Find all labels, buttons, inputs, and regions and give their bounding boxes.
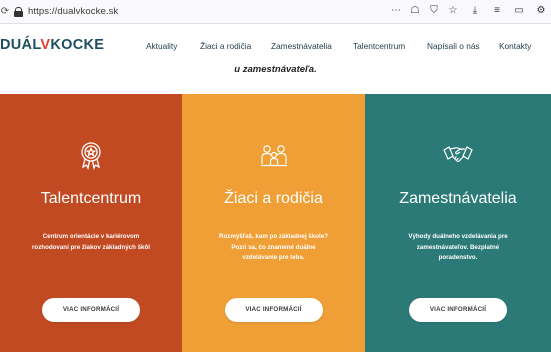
site-header: DUÁLVKOCKE Aktuality Žiaci a rodičia Zam… (0, 25, 551, 67)
logo-text-v: V (40, 37, 51, 53)
family-icon (260, 145, 287, 167)
nav-item-ziaci-a-rodicia[interactable]: Žiaci a rodičia (200, 41, 251, 51)
handshake-icon (443, 146, 473, 163)
browser-toolbar: ⟳ https://dualvkocke.sk ⋯ ☖ ⛉ ☆ ⤓ ≡ ▭ ⚙ (0, 0, 551, 24)
download-icon[interactable]: ⤓ (469, 4, 481, 18)
card-title: Žiaci a rodičia (224, 190, 323, 207)
shield-icon[interactable]: ⛉ (428, 4, 440, 18)
nav-item-aktuality[interactable]: Aktuality (146, 41, 177, 51)
logo-text-part2: KOCKE (50, 37, 105, 53)
badge-star-icon (81, 142, 101, 170)
more-info-button[interactable]: VIAC INFORMÁCIÍ (42, 298, 140, 322)
more-info-button[interactable]: VIAC INFORMÁCIÍ (409, 298, 507, 322)
reload-icon[interactable]: ⟳ (0, 0, 10, 24)
intro-text: u zamestnávateľa. (234, 64, 317, 75)
address-bar[interactable]: https://dualvkocke.sk (14, 3, 118, 21)
pocket-icon[interactable]: ☖ (409, 4, 421, 18)
card-zamestnavatelia: Zamestnávatelia Výhody duálneho vzdeláva… (365, 94, 551, 352)
nav-item-kontakty[interactable]: Kontakty (499, 41, 531, 51)
cards-section: Talentcentrum Centrum orientácie v karié… (0, 94, 551, 352)
lock-icon (14, 6, 23, 17)
star-icon[interactable]: ☆ (447, 4, 459, 18)
card-talentcentrum: Talentcentrum Centrum orientácie v karié… (0, 94, 182, 352)
card-description: Výhody duálneho vzdelávania pre zamestná… (408, 233, 508, 261)
logo-text-part1: DUÁL (0, 37, 41, 53)
library-icon[interactable]: ≡ (491, 4, 503, 18)
extensions-icon[interactable]: ⚙ (535, 4, 547, 18)
url-text: https://dualvkocke.sk (28, 6, 119, 17)
card-description: Centrum orientácie v kariérovom rozhodov… (32, 233, 150, 251)
card-title: Talentcentrum (40, 190, 142, 207)
card-title: Zamestnávatelia (399, 190, 517, 207)
sidebar-icon[interactable]: ▭ (513, 4, 525, 18)
card-ziaci-a-rodicia: Žiaci a rodičia Rozmýšľaš, kam po základ… (182, 94, 365, 352)
site-logo[interactable]: DUÁLVKOCKE (0, 37, 104, 53)
more-icon[interactable]: ⋯ (390, 4, 402, 18)
more-info-button[interactable]: VIAC INFORMÁCIÍ (224, 298, 323, 322)
nav-item-zamestnavatelia[interactable]: Zamestnávatelia (271, 41, 332, 51)
nav-item-napisali-o-nas[interactable]: Napísali o nás (427, 41, 480, 51)
card-description: Rozmýšľaš, kam po základnej škole? Pozri… (219, 233, 328, 261)
nav-item-talentcentrum[interactable]: Talentcentrum (353, 41, 405, 51)
